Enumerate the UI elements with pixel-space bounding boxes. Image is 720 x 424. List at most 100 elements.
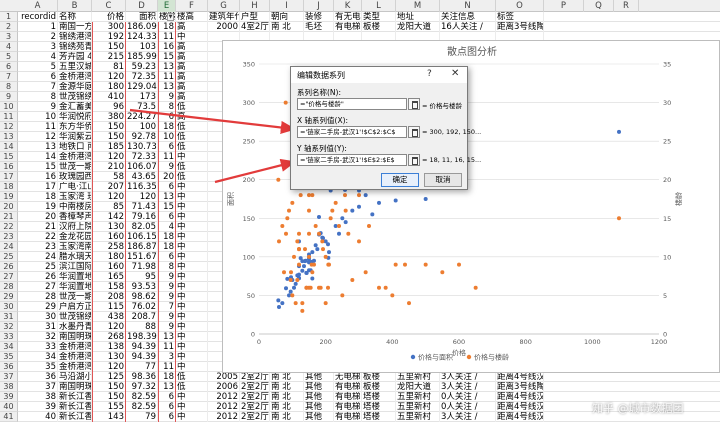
cell[interactable]: 中 (176, 362, 208, 372)
cell[interactable]: 0人关注 / (440, 392, 496, 402)
cell[interactable]: 中 (176, 182, 208, 192)
cell[interactable]: 中 (176, 302, 208, 312)
x-values-input[interactable]: ='链家二手房-武汉1'!$C$2:$C$ (297, 126, 407, 138)
cell[interactable]: 其他 (304, 402, 334, 412)
cell[interactable]: 塔楼 (362, 392, 396, 402)
cell[interactable]: 新长江香榭 (58, 392, 92, 402)
cell[interactable]: 5 (18, 62, 58, 72)
filter-dropdown-icon[interactable]: ▼ (167, 13, 174, 21)
cell[interactable]: 高 (176, 92, 208, 102)
cell[interactable]: 名称 (58, 12, 92, 22)
row-header[interactable]: 33 (0, 332, 18, 342)
cell[interactable]: 186.87 (126, 242, 158, 252)
cell[interactable]: 距离4号线汉阳火车站739米房本满两年 (496, 402, 544, 412)
row-header[interactable]: 3 (0, 32, 18, 42)
cell[interactable]: 玉家湾 玫 (58, 192, 92, 202)
row-header[interactable]: 21 (0, 212, 18, 222)
cell[interactable]: 广电·江山 (58, 182, 92, 192)
cell[interactable]: 五里新村 (396, 412, 440, 422)
cell[interactable]: 中 (176, 332, 208, 342)
row-header[interactable]: 23 (0, 232, 18, 242)
edit-series-dialog[interactable]: 编辑数据系列 ? ✕ 系列名称(N): ="价格与楼龄" = 价格与楼龄 X 轴… (290, 66, 481, 190)
cell[interactable]: 94.39 (126, 342, 158, 352)
cell[interactable]: 世茂锦绣长 (58, 312, 92, 322)
cell[interactable]: 南 北 (270, 22, 304, 32)
cell[interactable]: 95 (126, 272, 158, 282)
row-header[interactable]: 36 (0, 362, 18, 372)
row-header[interactable]: 12 (0, 122, 18, 132)
cell[interactable]: 中 (176, 32, 208, 42)
cell[interactable]: 18 (18, 192, 58, 202)
cell[interactable]: 新长江香榭 (58, 402, 92, 412)
cell[interactable]: 17 (18, 182, 58, 192)
column-header[interactable]: D (126, 0, 158, 12)
cell[interactable]: 20 (18, 212, 58, 222)
cell[interactable]: 中 (176, 322, 208, 332)
cell[interactable]: 塔楼 (362, 412, 396, 422)
column-header[interactable]: L (362, 0, 396, 12)
cell[interactable]: 82.59 (126, 402, 158, 412)
cell[interactable]: 27 (18, 282, 58, 292)
cell[interactable]: 南 北 (270, 382, 304, 392)
cell[interactable]: 82.59 (126, 392, 158, 402)
cell[interactable]: 26 (18, 272, 58, 282)
cell[interactable]: 中 (176, 252, 208, 262)
cell[interactable]: 24 (18, 252, 58, 262)
column-header[interactable]: R (614, 0, 639, 12)
cell[interactable]: 楼高 (176, 12, 208, 22)
close-icon[interactable]: ✕ (451, 68, 459, 79)
cell[interactable]: 金桥港湾住 (58, 152, 92, 162)
cell[interactable]: 低 (176, 372, 208, 382)
cell[interactable]: 中 (176, 312, 208, 322)
cell[interactable]: 腊水璃天卫 (58, 252, 92, 262)
cell[interactable]: 金桥港湾住 (58, 72, 92, 82)
cell[interactable]: 2006 (208, 382, 240, 392)
cell[interactable]: 低 (176, 162, 208, 172)
cell[interactable]: 中 (176, 272, 208, 282)
cell[interactable]: 低 (176, 172, 208, 182)
cell[interactable]: 15 (18, 162, 58, 172)
cell[interactable]: 低 (176, 142, 208, 152)
ok-button[interactable]: 确定 (381, 173, 419, 187)
row-header[interactable]: 41 (0, 412, 18, 422)
row-header[interactable]: 26 (0, 262, 18, 272)
cell[interactable]: recordid (18, 12, 58, 22)
cell[interactable]: 32 (18, 332, 58, 342)
row-header[interactable]: 1 (0, 12, 18, 22)
range-picker-icon[interactable] (408, 154, 420, 166)
cell[interactable]: 华润置地公 (58, 282, 92, 292)
cell[interactable]: 南 北 (270, 412, 304, 422)
cell[interactable]: 汉府上院 2 (58, 222, 92, 232)
cell[interactable]: 130.73 (126, 142, 158, 152)
cell[interactable]: 中 (176, 292, 208, 302)
cell[interactable]: 其他 (304, 392, 334, 402)
cell[interactable]: 五里新村 (396, 402, 440, 412)
column-header[interactable]: I (270, 0, 304, 12)
cell[interactable]: 35 (18, 362, 58, 372)
cell[interactable]: 南国明珠一 (58, 332, 92, 342)
cell[interactable]: 建筑年代 (208, 12, 240, 22)
y-values-input[interactable]: ='链家二手房-武汉1'!$E$2:$E$ (297, 154, 407, 166)
cell[interactable]: 距离4号线汉阳火车站739米房本满两年 (496, 392, 544, 402)
row-header[interactable]: 32 (0, 322, 18, 332)
cell[interactable]: 33 (18, 342, 58, 352)
cell[interactable]: 97.32 (126, 382, 158, 392)
cell[interactable]: 中 (176, 212, 208, 222)
row-header[interactable]: 30 (0, 302, 18, 312)
cell[interactable]: 72.33 (126, 152, 158, 162)
cell[interactable]: 中 (176, 192, 208, 202)
cell[interactable]: 14 (18, 152, 58, 162)
row-header[interactable]: 18 (0, 182, 18, 192)
cell[interactable]: 价格 (92, 12, 126, 22)
cell[interactable]: 2室2厅 (240, 392, 270, 402)
cell[interactable]: 106.07 (126, 162, 158, 172)
cell[interactable]: 11 (18, 122, 58, 132)
column-header[interactable]: M (396, 0, 440, 12)
cell[interactable]: 低 (176, 102, 208, 112)
cell[interactable]: 马沿湖小区 (58, 372, 92, 382)
row-header[interactable]: 20 (0, 202, 18, 212)
cell[interactable]: 地铁口 南 (58, 142, 92, 152)
cell[interactable]: 龙阳大道 (396, 22, 440, 32)
row-header[interactable]: 37 (0, 372, 18, 382)
cell[interactable]: 低 (176, 382, 208, 392)
